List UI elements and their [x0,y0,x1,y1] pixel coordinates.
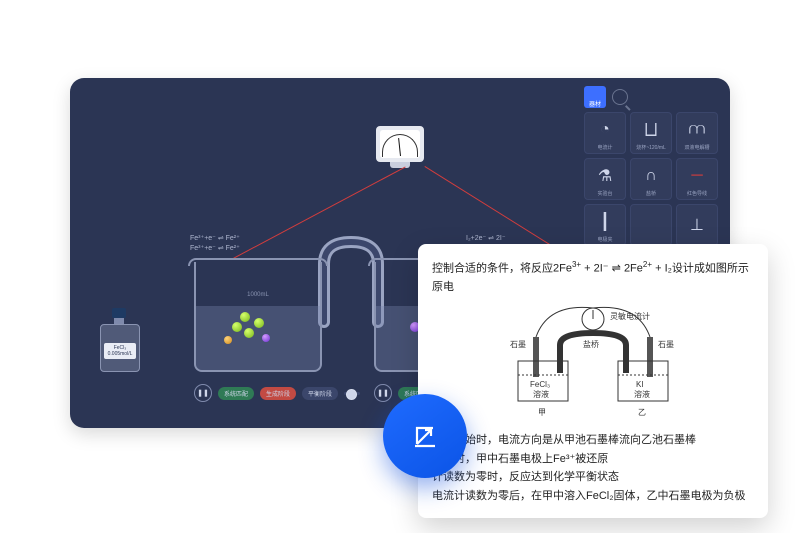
toolbar-tab-equipment[interactable]: 器材 [584,86,606,108]
equipment-grid: ◔电流计 ⨆烧杯~120/mL ⩋双液电解槽 ⚗实验台 ∩盐桥 ─红色导线 ┃电… [584,112,722,246]
particle [254,318,264,328]
search-icon[interactable] [612,89,628,105]
progress-slider[interactable] [344,392,360,395]
beaker-left[interactable]: 1000mL [194,262,322,372]
meter-icon: ◔ [600,115,610,144]
beaker-icon: ⨆ [645,115,658,144]
problem-card: 控制合适的条件，将反应2Fe3+ + 2I⁻ ⇌ 2Fe2+ + I₂设计成如图… [418,244,768,518]
option-d[interactable]: 电流计读数为零后，在甲中溶入FeCl₂固体，乙中石墨电极为负极 [432,487,754,506]
equipment-item[interactable]: ∩盐桥 [630,158,672,200]
reagent-bottle[interactable]: FeCl₃ 0.005mol/L [100,308,138,372]
red-wire-icon: ─ [691,161,702,190]
svg-text:甲: 甲 [538,408,546,417]
svg-text:溶液: 溶液 [634,389,650,399]
equipment-item[interactable]: ┃电极夹 [584,204,626,246]
clamp-icon: ┃ [600,207,610,236]
particle [244,328,254,338]
problem-stem: 控制合适的条件，将反应2Fe3+ + 2I⁻ ⇌ 2Fe2+ + I₂设计成如图… [432,258,754,297]
stand-icon: ⊥ [690,207,704,243]
chip-add[interactable]: 生成阶段 [260,387,296,400]
double-beaker-icon: ⩋ [689,115,705,144]
equipment-item[interactable]: ─红色导线 [676,158,718,200]
export-fab[interactable] [383,394,467,478]
option-b[interactable]: 开始时，甲中石墨电极上Fe³⁺被还原 [432,450,754,469]
svg-text:盐桥: 盐桥 [583,339,599,349]
svg-text:石墨: 石墨 [510,340,526,349]
equipment-item[interactable]: ⊥ [676,204,718,246]
equipment-item[interactable]: ◔电流计 [584,112,626,154]
flask-icon: ⚗ [598,161,612,190]
svg-text:溶液: 溶液 [533,389,549,399]
chip-system[interactable]: 系统匹配 [218,387,254,400]
option-c[interactable]: 计读数为零时，反应达到化学平衡状态 [432,468,754,487]
play-button[interactable]: ❚❚ [374,384,392,402]
options: 反应开始时，电流方向是从甲池石墨棒流向乙池石墨棒 开始时，甲中石墨电极上Fe³⁺… [432,431,754,506]
particle [262,334,270,342]
svg-text:FeCl₃: FeCl₃ [530,380,550,389]
left-half-reaction: Fe³⁺+e⁻ ⇌ Fe²⁺ Fe³⁺+e⁻ ⇌ Fe²⁺ [190,234,240,254]
toolbar-tab-label: 器材 [589,99,601,108]
svg-text:KI: KI [636,380,644,389]
beaker-volume-label: 1000mL [247,292,269,298]
chip-balance[interactable]: 平衡阶段 [302,387,338,400]
play-button[interactable]: ❚❚ [194,384,212,402]
bridge-icon: ∩ [645,161,657,190]
particle [224,336,232,344]
equipment-item[interactable] [630,204,672,246]
particle [240,312,250,322]
export-icon [408,419,442,453]
svg-text:石墨: 石墨 [658,340,674,349]
reagent-label: FeCl₃ 0.005mol/L [104,343,136,359]
option-a[interactable]: 反应开始时，电流方向是从甲池石墨棒流向乙池石墨棒 [432,431,754,450]
equipment-toolbar: 器材 ◔电流计 ⨆烧杯~120/mL ⩋双液电解槽 ⚗实验台 ∩盐桥 ─红色导线… [584,86,722,246]
equipment-item[interactable]: ⚗实验台 [584,158,626,200]
particle [232,322,242,332]
galvanometer[interactable] [376,126,424,168]
circuit-diagram: 灵敏电流计 石墨 石墨 盐桥 FeCl₃ 溶液 KI [432,303,754,423]
equipment-item[interactable]: ⨆烧杯~120/mL [630,112,672,154]
svg-text:乙: 乙 [638,408,646,417]
equipment-item[interactable]: ⩋双液电解槽 [676,112,718,154]
controls-left: ❚❚ 系统匹配 生成阶段 平衡阶段 [194,384,360,402]
